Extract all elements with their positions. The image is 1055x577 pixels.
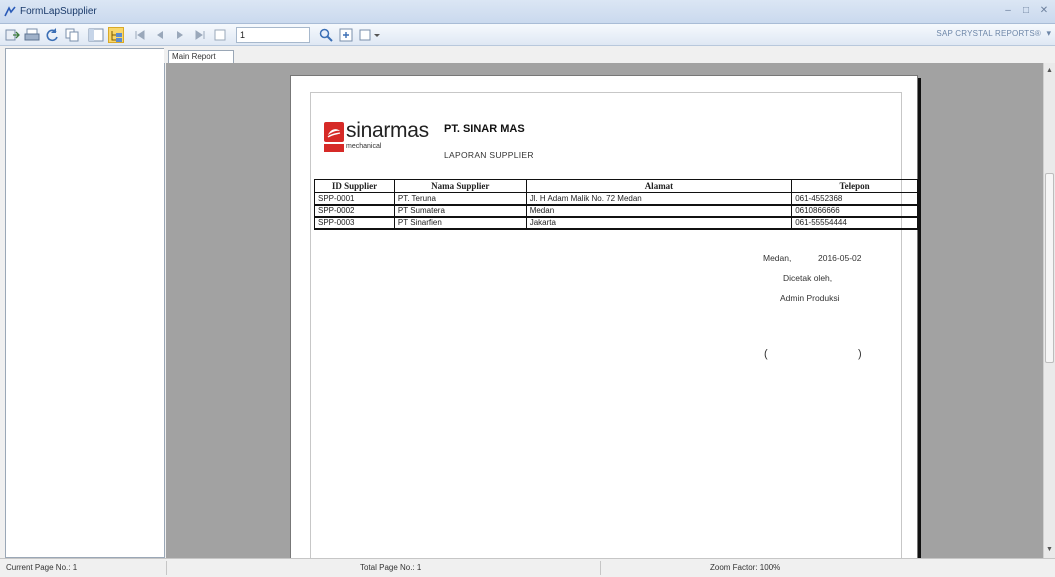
- cell-id: SPP-0002: [314, 204, 395, 218]
- vertical-scrollbar[interactable]: ▲ ▼: [1043, 63, 1055, 558]
- toolbar: 1 SAP CRYSTAL REPORTS® ▾: [0, 24, 1055, 46]
- page-number-input[interactable]: 1: [236, 27, 310, 43]
- print-icon[interactable]: [24, 27, 40, 43]
- company-logo: sinarmas mechanical: [324, 119, 434, 161]
- maximize-icon[interactable]: □: [1019, 4, 1033, 18]
- crystal-reports-brand[interactable]: SAP CRYSTAL REPORTS®: [936, 29, 1041, 38]
- signature-date: 2016-05-02: [818, 253, 862, 263]
- search-icon[interactable]: [318, 27, 334, 43]
- scroll-down-icon[interactable]: ▼: [1044, 544, 1055, 556]
- last-page-icon[interactable]: [192, 27, 208, 43]
- cell-address: Medan: [525, 204, 793, 218]
- signature-place: Medan,: [763, 253, 792, 263]
- company-name: PT. SINAR MAS: [444, 123, 525, 135]
- current-page-status: Current Page No.: 1: [6, 563, 78, 572]
- column-header: ID Supplier: [314, 179, 395, 193]
- group-tree-panel[interactable]: [5, 48, 165, 558]
- close-icon[interactable]: ✕: [1037, 4, 1051, 18]
- table-row: SPP-0002 PT Sumatera Medan 0610866666: [314, 204, 918, 218]
- report-page: sinarmas mechanical PT. SINAR MAS LAPORA…: [290, 75, 918, 558]
- tab-main-report[interactable]: Main Report: [168, 50, 234, 64]
- cell-address: Jakarta: [525, 216, 793, 230]
- table-row: SPP-0001 PT. Teruna Jl. H Adam Malik No.…: [314, 192, 918, 206]
- column-header: Nama Supplier: [393, 179, 527, 193]
- page-frame: [310, 92, 902, 558]
- report-viewer[interactable]: sinarmas mechanical PT. SINAR MAS LAPORA…: [166, 63, 1043, 558]
- chevron-down-icon[interactable]: ▾: [1046, 28, 1051, 39]
- toggle-tree-icon[interactable]: [88, 27, 104, 43]
- zoom-status: Zoom Factor: 100%: [710, 563, 781, 572]
- refresh-icon[interactable]: [44, 27, 60, 43]
- scroll-up-icon[interactable]: ▲: [1044, 65, 1055, 77]
- total-page-status: Total Page No.: 1: [360, 563, 422, 572]
- column-header: Alamat: [525, 179, 793, 193]
- signature-bracket-close: ): [858, 348, 862, 360]
- layout-icon[interactable]: [358, 27, 382, 43]
- tab-strip: Main Report: [164, 48, 1055, 64]
- goto-page-icon[interactable]: [212, 27, 228, 43]
- cell-name: PT Sinarfien: [393, 216, 527, 230]
- cell-phone: 061-55554444: [791, 216, 918, 230]
- next-page-icon[interactable]: [172, 27, 188, 43]
- column-header: Telepon: [791, 179, 918, 193]
- first-page-icon[interactable]: [132, 27, 148, 43]
- cell-phone: 061-4552368: [791, 192, 918, 206]
- cell-address: Jl. H Adam Malik No. 72 Medan: [525, 192, 793, 206]
- window-title: FormLapSupplier: [20, 6, 97, 17]
- scrollbar-thumb[interactable]: [1045, 173, 1054, 363]
- supplier-table: ID Supplier Nama Supplier Alamat Telepon…: [314, 179, 918, 230]
- signer-role: Admin Produksi: [780, 293, 840, 303]
- title-bar: FormLapSupplier – □ ✕: [0, 0, 1055, 24]
- cell-name: PT. Teruna: [393, 192, 527, 206]
- signature-bracket-open: (: [764, 348, 768, 360]
- logo-wordmark: sinarmas: [346, 119, 429, 142]
- report-title: LAPORAN SUPPLIER: [444, 150, 534, 160]
- printed-by-label: Dicetak oleh,: [783, 273, 833, 283]
- cell-id: SPP-0003: [314, 216, 395, 230]
- app-icon: [4, 6, 16, 17]
- group-tree-icon[interactable]: [108, 27, 124, 43]
- status-bar: Current Page No.: 1 Total Page No.: 1 Zo…: [0, 558, 1055, 577]
- copy-icon[interactable]: [64, 27, 80, 43]
- export-icon[interactable]: [4, 27, 20, 43]
- sinarmas-logo-icon: [324, 122, 344, 142]
- logo-subtitle: mechanical: [346, 143, 382, 150]
- table-row: SPP-0003 PT Sinarfien Jakarta 061-555544…: [314, 216, 918, 230]
- cell-id: SPP-0001: [314, 192, 395, 206]
- minimize-icon[interactable]: –: [1001, 4, 1015, 18]
- prev-page-icon[interactable]: [152, 27, 168, 43]
- cell-name: PT Sumatera: [393, 204, 527, 218]
- cell-phone: 0610866666: [791, 204, 918, 218]
- zoom-icon[interactable]: [338, 27, 354, 43]
